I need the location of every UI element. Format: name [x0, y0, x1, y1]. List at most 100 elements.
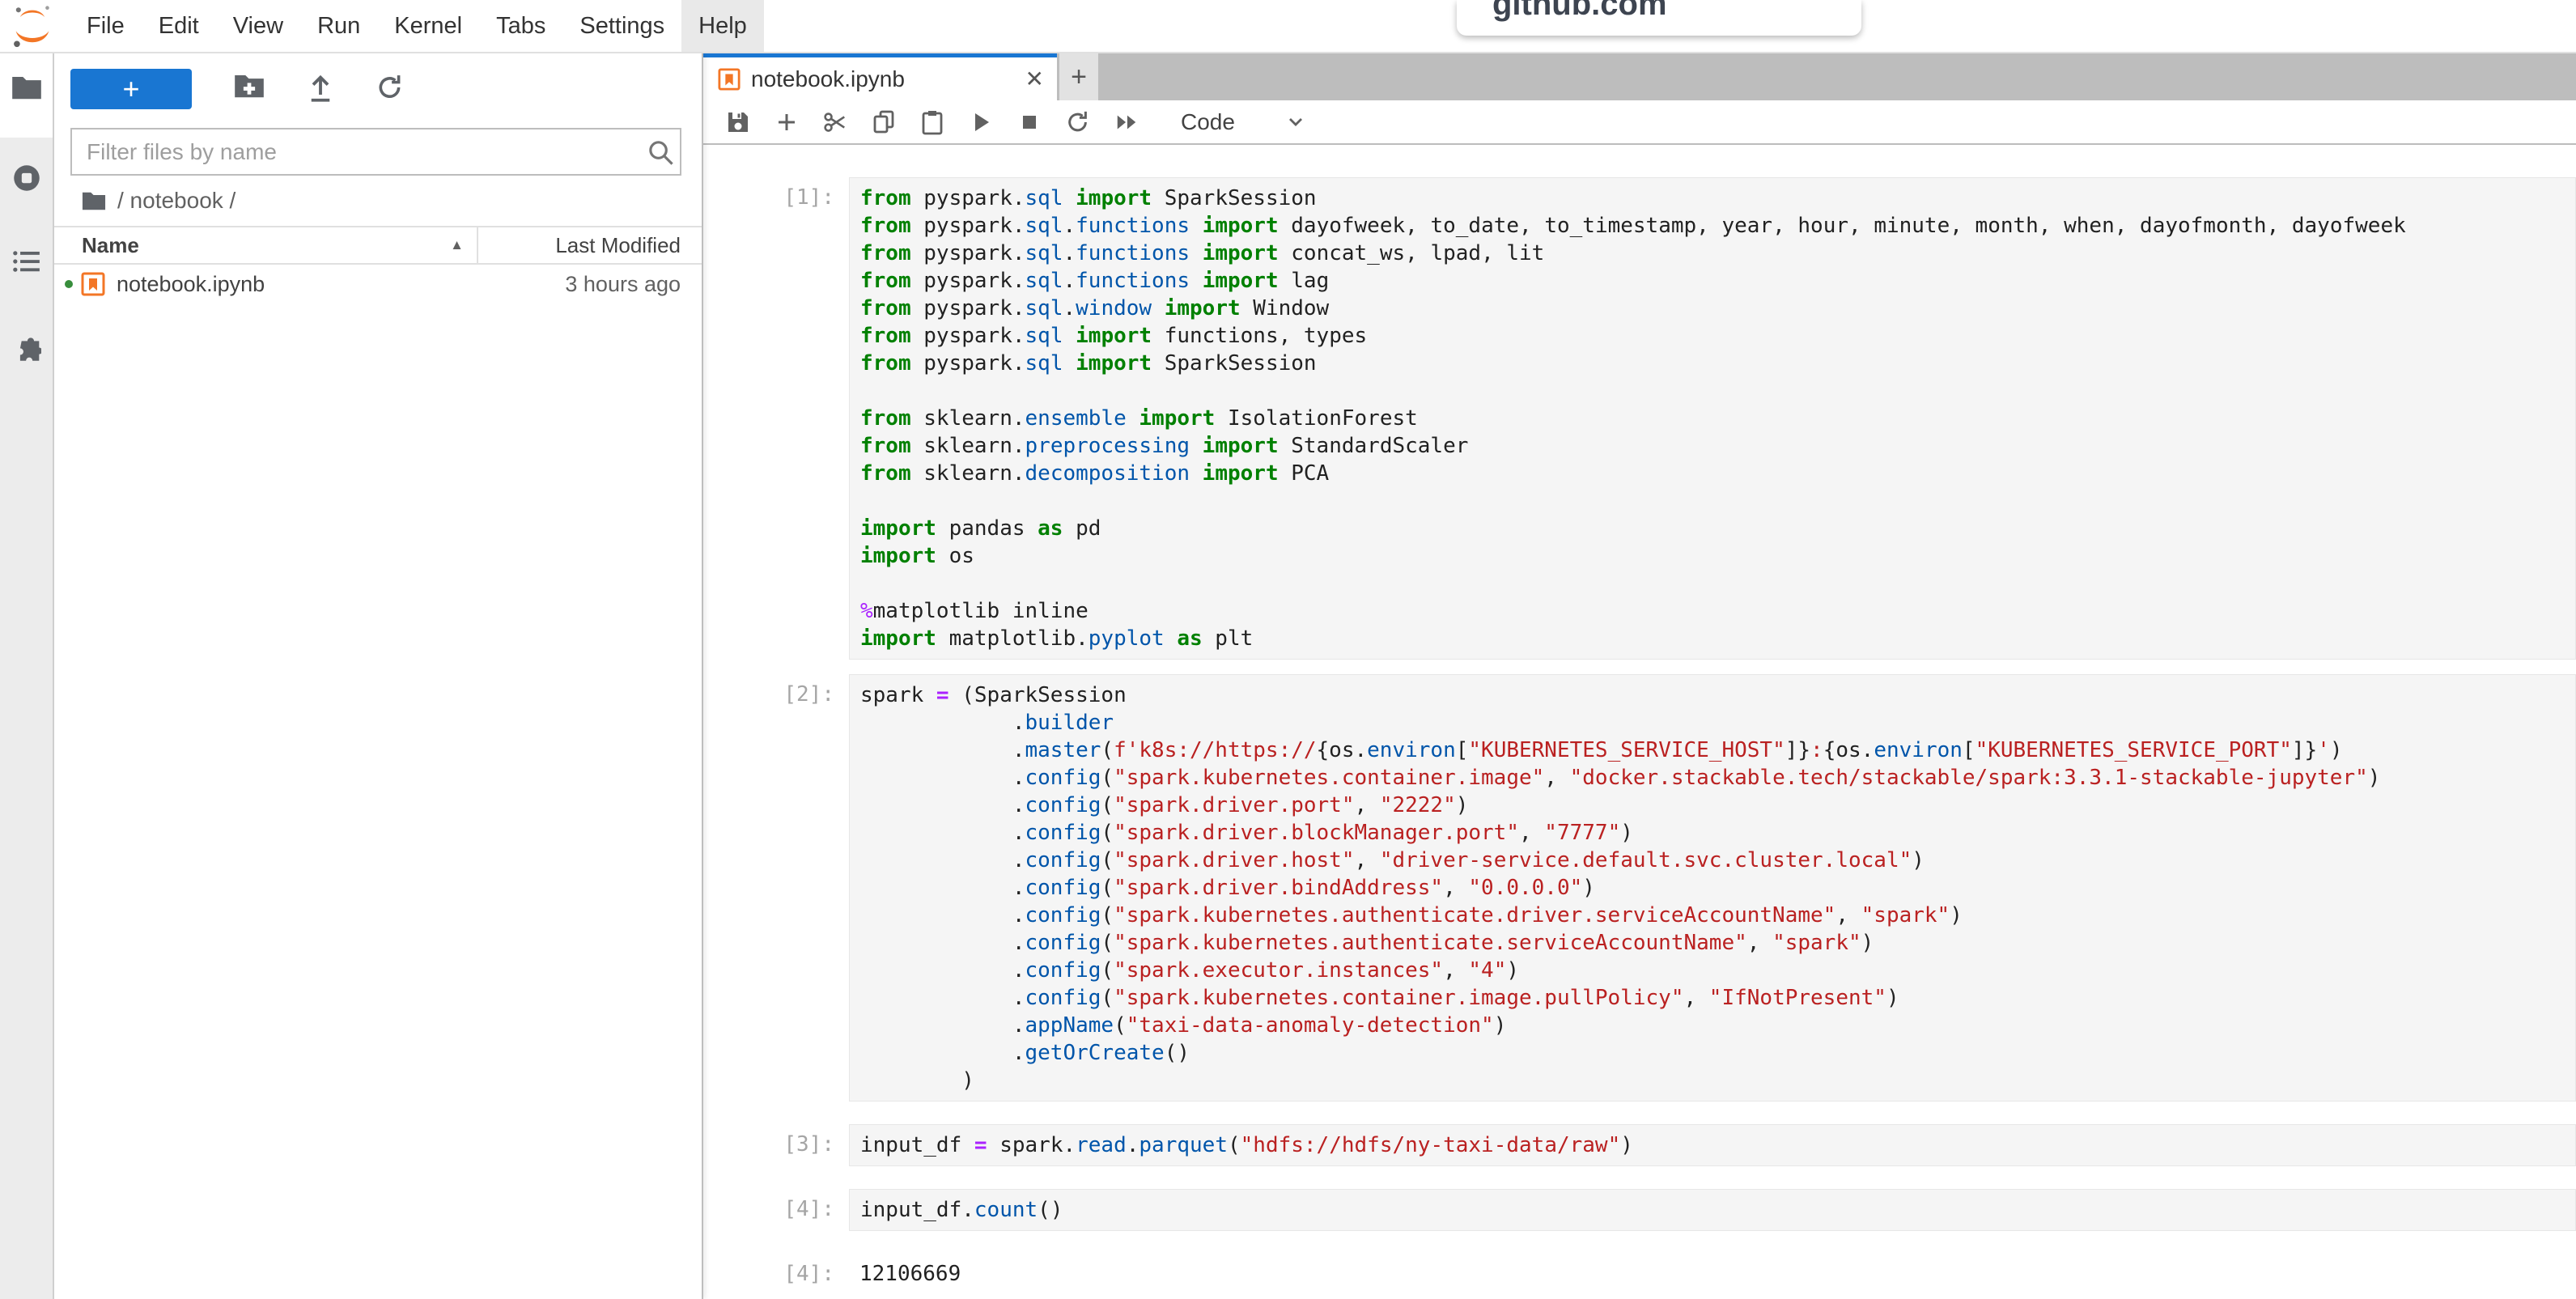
code-cell: [3]: input_df = spark.read.parquet("hdfs:…	[703, 1124, 2576, 1166]
tab-close-icon[interactable]: ✕	[1025, 68, 1044, 91]
code-line: import matplotlib.pyplot as plt	[860, 625, 2575, 652]
code-line: from sklearn.preprocessing import Standa…	[860, 432, 2575, 460]
notebook-file-icon	[81, 272, 105, 296]
menu-settings[interactable]: Settings	[562, 0, 681, 52]
add-cell-button[interactable]	[774, 109, 799, 135]
code-line: .builder	[860, 709, 2575, 737]
code-line: .getOrCreate()	[860, 1039, 2575, 1067]
file-name: notebook.ipynb	[117, 272, 265, 297]
code-line	[860, 487, 2575, 515]
execution-prompt: [1]:	[703, 177, 849, 218]
tab-label: notebook.ipynb	[751, 66, 905, 92]
code-line: 12106669	[859, 1254, 2576, 1294]
code-editor[interactable]: spark = (SparkSession .builder .master(f…	[849, 674, 2576, 1102]
code-line: from pyspark.sql.functions import dayofw…	[860, 212, 2575, 240]
file-modified-time: 3 hours ago	[565, 272, 681, 297]
tab-notebook[interactable]: notebook.ipynb ✕	[703, 53, 1057, 100]
menu-bar: File Edit View Run Kernel Tabs Settings …	[0, 0, 2576, 53]
file-browser-toolbar: +	[54, 53, 702, 125]
menu-kernel[interactable]: Kernel	[377, 0, 479, 52]
popup-text: github.com	[1492, 0, 1667, 22]
cell-list: [1]:from pyspark.sql import SparkSession…	[703, 145, 2576, 1299]
code-cell: [4]:input_df.count()	[703, 1189, 2576, 1231]
code-line: .config("spark.driver.port", "2222")	[860, 792, 2575, 819]
new-launcher-button[interactable]: +	[70, 69, 192, 109]
code-line: .config("spark.driver.bindAddress", "0.0…	[860, 874, 2575, 902]
code-line: import os	[860, 542, 2575, 570]
breadcrumb-path: / notebook /	[117, 188, 236, 214]
run-cell-button[interactable]	[969, 109, 993, 135]
code-line: %matplotlib inline	[860, 597, 2575, 625]
menu-help[interactable]: Help	[681, 0, 764, 52]
code-line: from pyspark.sql.functions import lag	[860, 267, 2575, 295]
refresh-button[interactable]	[376, 73, 404, 105]
menu-edit[interactable]: Edit	[142, 0, 216, 52]
file-row-notebook[interactable]: notebook.ipynb 3 hours ago	[54, 265, 702, 304]
code-editor[interactable]: input_df.count()	[849, 1189, 2576, 1231]
activity-bar	[0, 53, 54, 1299]
code-line: import pandas as pd	[860, 515, 2575, 542]
file-browser-panel: +	[54, 53, 703, 1299]
puzzle-icon	[12, 337, 41, 393]
browser-popup: github.com	[1457, 0, 1861, 36]
code-editor[interactable]: from pyspark.sql import SparkSessionfrom…	[849, 177, 2576, 660]
sidebar-tab-file-browser[interactable]	[0, 53, 53, 138]
code-line: from pyspark.sql.window import Window	[860, 295, 2575, 322]
code-line: .config("spark.kubernetes.container.imag…	[860, 984, 2575, 1012]
code-line: from sklearn.ensemble import IsolationFo…	[860, 405, 2575, 432]
tab-bar: notebook.ipynb ✕ +	[703, 53, 2576, 100]
restart-kernel-button[interactable]	[1066, 109, 1090, 135]
sort-ascending-icon: ▲	[450, 237, 464, 253]
list-icon	[13, 250, 40, 308]
cut-cells-button[interactable]	[823, 109, 847, 135]
notebook-panel: notebook.ipynb ✕ +	[703, 53, 2576, 1299]
code-line: .config("spark.kubernetes.authenticate.d…	[860, 902, 2575, 929]
execution-prompt: [4]:	[703, 1189, 849, 1229]
copy-cells-button[interactable]	[872, 109, 896, 135]
column-header-name[interactable]: Name ▲	[54, 227, 477, 263]
restart-run-all-button[interactable]	[1114, 109, 1139, 135]
menu-tabs[interactable]: Tabs	[479, 0, 562, 52]
cell-type-value: Code	[1181, 109, 1235, 135]
code-line: )	[860, 1067, 2575, 1094]
code-editor[interactable]: input_df = spark.read.parquet("hdfs://hd…	[849, 1124, 2576, 1166]
new-folder-button[interactable]	[234, 73, 265, 105]
code-line: input_df = spark.read.parquet("hdfs://hd…	[860, 1131, 2575, 1159]
paste-cells-button[interactable]	[920, 109, 944, 135]
code-cell: [2]:spark = (SparkSession .builder .mast…	[703, 674, 2576, 1102]
interrupt-kernel-button[interactable]	[1017, 109, 1042, 135]
code-line: from pyspark.sql import functions, types	[860, 322, 2575, 350]
sidebar-tab-running-sessions[interactable]	[0, 138, 53, 223]
code-line: from pyspark.sql import SparkSession	[860, 350, 2575, 377]
chevron-down-icon	[1285, 114, 1306, 130]
code-cell: [1]:from pyspark.sql import SparkSession…	[703, 177, 2576, 660]
cell-type-dropdown[interactable]: Code	[1181, 109, 1306, 135]
upload-button[interactable]	[307, 73, 334, 105]
main-area: +	[0, 53, 2576, 1299]
menu-file[interactable]: File	[70, 0, 142, 52]
code-line: .config("spark.driver.host", "driver-ser…	[860, 847, 2575, 874]
execution-prompt: [2]:	[703, 674, 849, 715]
home-folder-icon	[82, 190, 106, 211]
filter-box	[70, 128, 685, 176]
code-line: from pyspark.sql.functions import concat…	[860, 240, 2575, 267]
search-icon	[647, 138, 674, 166]
code-line	[860, 377, 2575, 405]
column-header-last-modified[interactable]: Last Modified	[477, 227, 702, 263]
code-line: spark = (SparkSession	[860, 681, 2575, 709]
new-tab-button[interactable]: +	[1059, 53, 1098, 100]
stop-circle-icon	[12, 163, 41, 223]
output-text: 12106669	[849, 1254, 2576, 1299]
menu-run[interactable]: Run	[300, 0, 377, 52]
sidebar-tab-extensions[interactable]	[0, 308, 53, 393]
code-line: .config("spark.executor.instances", "4")	[860, 957, 2575, 984]
menu-view[interactable]: View	[216, 0, 300, 52]
code-line: .appName("taxi-data-anomaly-detection")	[860, 1012, 2575, 1039]
filter-files-input[interactable]	[70, 128, 681, 176]
execution-prompt: [3]:	[703, 1124, 849, 1165]
breadcrumb[interactable]: / notebook /	[54, 176, 702, 226]
output-prompt: [4]:	[703, 1254, 849, 1294]
output-row: [4]:12106669	[703, 1254, 2576, 1299]
sidebar-tab-table-of-contents[interactable]	[0, 223, 53, 308]
save-button[interactable]	[726, 109, 750, 135]
